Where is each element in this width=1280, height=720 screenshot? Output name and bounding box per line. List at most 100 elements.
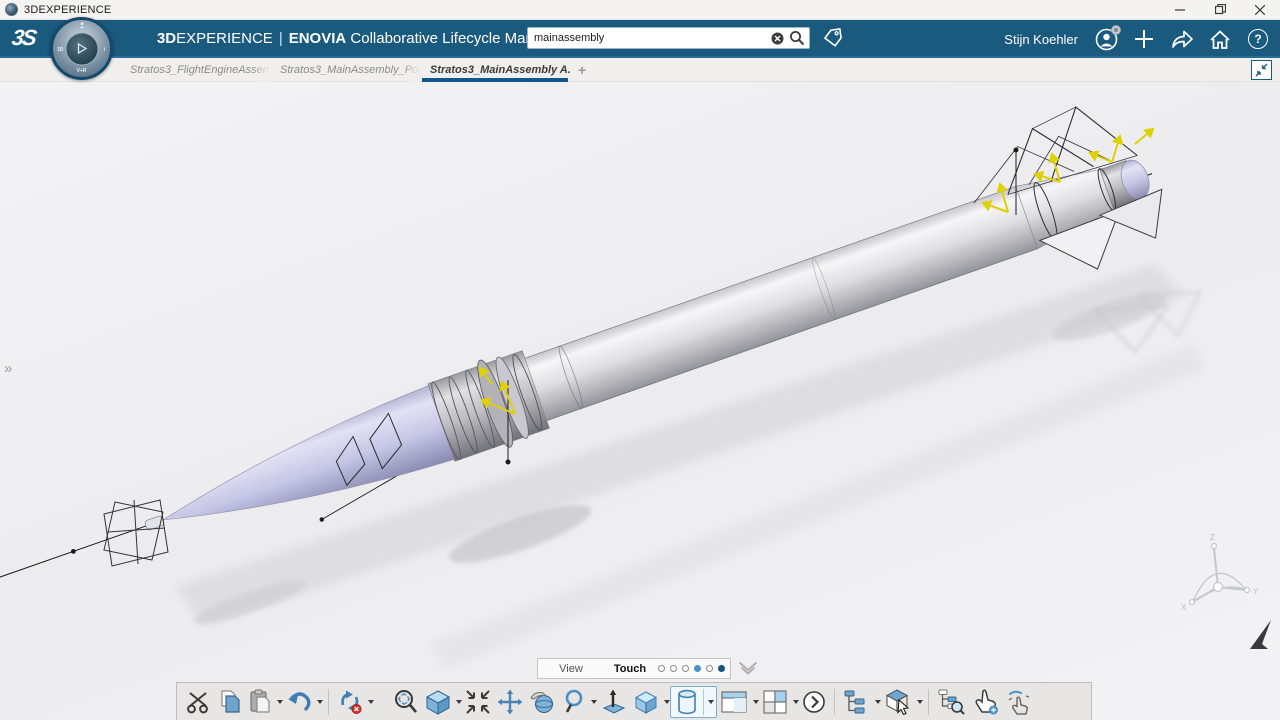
center-view-button[interactable] — [462, 686, 494, 718]
tab-main-assembly-post[interactable]: Stratos3_MainAssembly_PostS — [270, 58, 420, 82]
tab-flight-engine-assembly[interactable]: Stratos3_FlightEngineAssembl — [120, 58, 270, 82]
tag-icon — [822, 27, 844, 49]
3d-viewport[interactable]: Z X Y » View Touch — [0, 82, 1280, 720]
search-input[interactable] — [528, 32, 767, 44]
update-button[interactable] — [334, 686, 366, 718]
copy-icon — [218, 689, 242, 714]
zoom-button[interactable] — [559, 686, 589, 718]
user-name[interactable]: Stijn Koehler — [1004, 32, 1078, 47]
help-icon: ? — [1248, 29, 1268, 49]
shading-cylinder-button[interactable] — [673, 686, 701, 718]
window-layout-button[interactable] — [717, 686, 751, 718]
add-content-button[interactable] — [1132, 27, 1156, 51]
normal-to-icon — [600, 689, 627, 715]
profile-button[interactable] — [1094, 27, 1118, 51]
collapse-fullscreen-button[interactable] — [1251, 60, 1272, 80]
pan-icon — [497, 689, 523, 715]
paste-button[interactable] — [245, 686, 275, 718]
dot-3[interactable] — [682, 665, 689, 672]
panel-expander-button[interactable]: » — [2, 358, 14, 379]
selected-divider — [703, 689, 704, 715]
triad-z-label: Z — [1210, 533, 1215, 542]
undo-button[interactable] — [283, 686, 315, 718]
view-mode-button[interactable]: View — [538, 663, 604, 675]
app-icon — [5, 3, 18, 16]
dot-4[interactable] — [694, 665, 701, 672]
home-button[interactable] — [1208, 27, 1232, 51]
help-button[interactable]: ? — [1246, 27, 1270, 51]
undo-dropdown[interactable] — [317, 700, 323, 704]
share-button[interactable] — [1170, 27, 1194, 51]
triad-x-label: X — [1181, 603, 1187, 612]
global-search — [527, 27, 810, 49]
render-style-button[interactable] — [630, 686, 662, 718]
window-title: 3DEXPERIENCE — [24, 4, 111, 16]
toolbar-separator — [834, 689, 835, 715]
render-style-icon — [633, 689, 659, 715]
iso-view-icon — [425, 689, 451, 715]
plus-icon — [1134, 29, 1154, 49]
tab-label: Stratos3_MainAssembly A.1 — [430, 64, 570, 76]
rotate-button[interactable] — [526, 686, 559, 718]
rocket-assembly-model: Z X Y — [0, 82, 1280, 720]
minimize-icon — [1175, 5, 1185, 15]
dassault-3ds-logo-icon: 3S — [10, 25, 37, 51]
select-3d-dropdown[interactable] — [917, 700, 923, 704]
select-3d-icon — [884, 688, 912, 715]
compass-social-icon — [79, 22, 85, 28]
app-header: 3S 3D i V+R 3DEXPERIENCE|ENOVIA Collabor… — [0, 20, 1280, 58]
quad-view-button[interactable] — [759, 686, 791, 718]
tag-button[interactable] — [821, 26, 845, 50]
tree-search-button[interactable] — [934, 686, 968, 718]
os-titlebar: 3DEXPERIENCE — [0, 0, 1280, 20]
triad-y-label: Y — [1253, 587, 1259, 596]
touch-mode-button[interactable]: Touch — [604, 663, 656, 675]
pan-button[interactable] — [494, 686, 526, 718]
minimize-button[interactable] — [1160, 0, 1200, 19]
copy-button[interactable] — [215, 686, 245, 718]
update-dropdown[interactable] — [368, 700, 374, 704]
new-tab-button[interactable]: + — [570, 62, 594, 78]
restore-icon — [1215, 4, 1226, 15]
brand-experience: EXPERIENCE — [176, 30, 273, 47]
restore-button[interactable] — [1200, 0, 1240, 19]
quick-access-bar: View Touch — [537, 658, 731, 679]
app-enovia: ENOVIA — [289, 30, 347, 47]
fit-all-icon — [393, 689, 419, 715]
favorites-chevron-button[interactable] — [737, 659, 759, 677]
tree-structure-button[interactable] — [840, 686, 873, 718]
dot-5[interactable] — [706, 665, 713, 672]
3dexperience-compass[interactable]: 3D i V+R — [50, 17, 113, 80]
more-commands-icon — [802, 690, 826, 714]
iso-view-button[interactable] — [422, 686, 454, 718]
more-commands-button[interactable] — [799, 686, 829, 718]
cut-button[interactable] — [183, 686, 215, 718]
select-3d-button[interactable] — [881, 686, 915, 718]
touch-select-button[interactable] — [968, 686, 1002, 718]
compass-vr-label: V+R — [77, 68, 87, 74]
dot-2[interactable] — [670, 665, 677, 672]
search-button[interactable] — [787, 28, 807, 48]
shading-cylinder-selected — [670, 686, 717, 718]
dot-1[interactable] — [658, 665, 665, 672]
normal-to-button[interactable] — [597, 686, 630, 718]
dot-6[interactable] — [718, 665, 725, 672]
window-layout-icon — [720, 689, 748, 715]
shading-cylinder-icon — [676, 689, 698, 715]
gesture-icon — [1005, 688, 1033, 715]
status-badge — [1111, 25, 1121, 35]
toolbar-separator — [328, 689, 329, 715]
search-icon — [789, 30, 805, 46]
fit-all-button[interactable] — [390, 686, 422, 718]
close-icon — [1255, 5, 1265, 15]
tab-main-assembly[interactable]: Stratos3_MainAssembly A.1 — [420, 58, 570, 82]
gesture-button[interactable] — [1002, 686, 1036, 718]
compass-play-button[interactable] — [65, 32, 98, 65]
shading-cylinder-dropdown[interactable] — [708, 700, 714, 704]
close-button[interactable] — [1240, 0, 1280, 19]
cut-icon — [186, 690, 212, 714]
clear-search-button[interactable] — [767, 28, 787, 48]
robot-cursor-icon — [1250, 620, 1271, 649]
document-tabbar: Stratos3_FlightEngineAssembl Stratos3_Ma… — [0, 58, 1280, 82]
tree-structure-icon — [843, 689, 870, 715]
